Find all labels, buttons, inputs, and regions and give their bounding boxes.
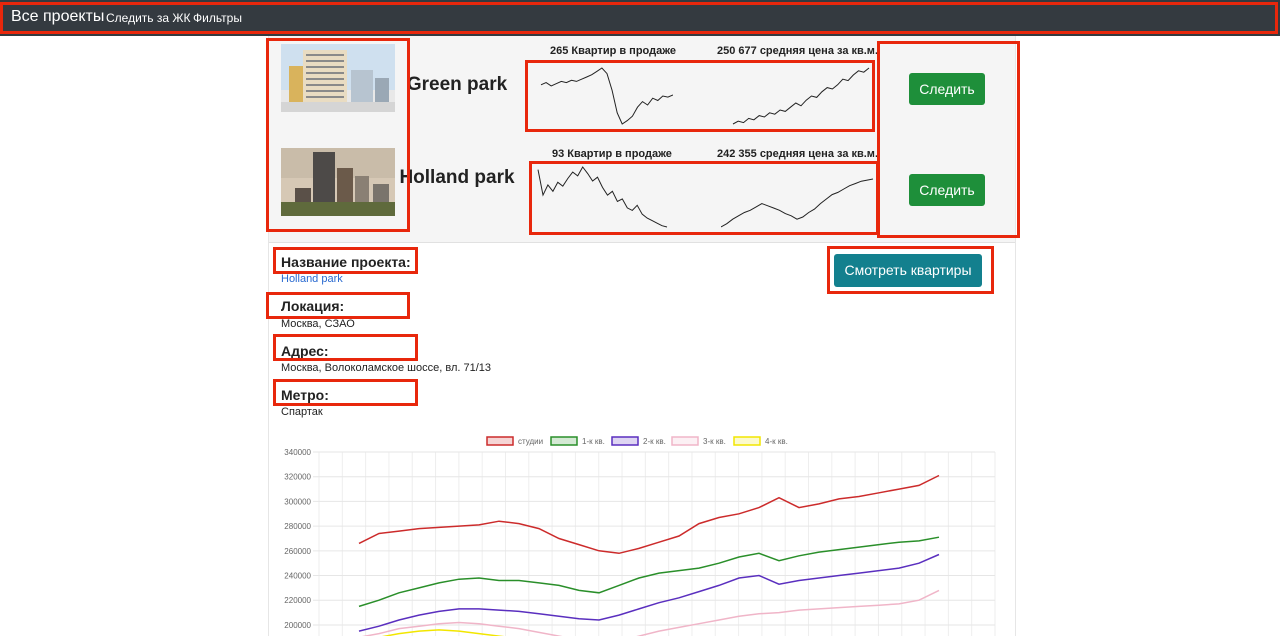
main-container: Green park 265 Квартир в продаже 250 677… <box>268 36 1016 636</box>
project-row: Holland park 93 Квартир в продаже 242 35… <box>269 139 1015 243</box>
chart-y-tick-label: 240000 <box>284 572 311 581</box>
chart-series-line <box>358 536 940 608</box>
chart-legend-label: 1-к кв. <box>582 437 605 446</box>
view-apartments-button[interactable]: Смотреть квартиры <box>834 254 982 287</box>
location-value: Москва, СЗАО <box>281 318 355 330</box>
chart-legend-swatch <box>486 436 514 446</box>
avg-price: 242 355 средняя цена за кв.м. <box>717 148 879 160</box>
chart-legend-swatch <box>611 436 639 446</box>
chart-y-tick-label: 200000 <box>284 621 311 630</box>
chart-y-tick-label: 340000 <box>284 448 311 457</box>
project-thumbnail[interactable] <box>281 44 395 112</box>
flats-sparkline <box>537 166 668 228</box>
price-chart: 1800002000002200002400002600002800003000… <box>284 436 996 636</box>
chart-legend-label: 4-к кв. <box>765 437 788 446</box>
project-thumbnail[interactable] <box>281 148 395 216</box>
chart-legend-label: студии <box>518 437 543 446</box>
location-label: Локация: <box>281 298 345 314</box>
chart-series-line <box>361 589 940 636</box>
avg-price: 250 677 средняя цена за кв.м. <box>717 45 879 57</box>
flats-for-sale: 265 Квартир в продаже <box>550 45 676 57</box>
chart-y-tick-label: 280000 <box>284 522 311 531</box>
project-name-label: Название проекта: <box>281 254 411 270</box>
chart-series-line <box>358 553 940 632</box>
chart-legend-swatch <box>733 436 761 446</box>
metro-label: Метро: <box>281 387 329 403</box>
nav-filters[interactable]: Фильтры <box>193 11 242 25</box>
price-sparkline <box>721 178 874 228</box>
follow-button[interactable]: Следить <box>909 73 985 105</box>
price-sparkline <box>732 67 870 125</box>
project-name[interactable]: Holland park <box>399 166 515 189</box>
chart-y-tick-label: 220000 <box>284 596 311 605</box>
project-name-link[interactable]: Holland park <box>281 273 343 285</box>
address-label: Адрес: <box>281 343 329 359</box>
address-value: Москва, Волоколамское шоссе, вл. 71/13 <box>281 362 491 374</box>
sparkline-line <box>721 178 874 228</box>
follow-button[interactable]: Следить <box>909 174 985 206</box>
chart-series-line <box>358 474 940 555</box>
sparkline-line <box>732 67 870 125</box>
chart-legend-label: 3-к кв. <box>703 437 726 446</box>
chart-legend-swatch <box>671 436 699 446</box>
sparkline-line <box>537 166 668 228</box>
flats-sparkline <box>540 67 673 125</box>
chart-legend-swatch <box>550 436 578 446</box>
chart-y-tick-label: 300000 <box>284 497 311 506</box>
chart-y-tick-label: 320000 <box>284 473 311 482</box>
project-row: Green park 265 Квартир в продаже 250 677… <box>269 36 1015 140</box>
chart-y-tick-label: 260000 <box>284 547 311 556</box>
chart-legend-label: 2-к кв. <box>643 437 666 446</box>
nav-follow-projects[interactable]: Следить за ЖК <box>106 11 190 25</box>
navbar: Все проекты Следить за ЖК Фильтры <box>0 0 1280 36</box>
metro-value: Спартак <box>281 406 323 418</box>
project-name[interactable]: Green park <box>399 74 515 96</box>
flats-for-sale: 93 Квартир в продаже <box>552 148 672 160</box>
nav-all-projects[interactable]: Все проекты <box>11 8 104 26</box>
sparkline-line <box>540 67 673 125</box>
